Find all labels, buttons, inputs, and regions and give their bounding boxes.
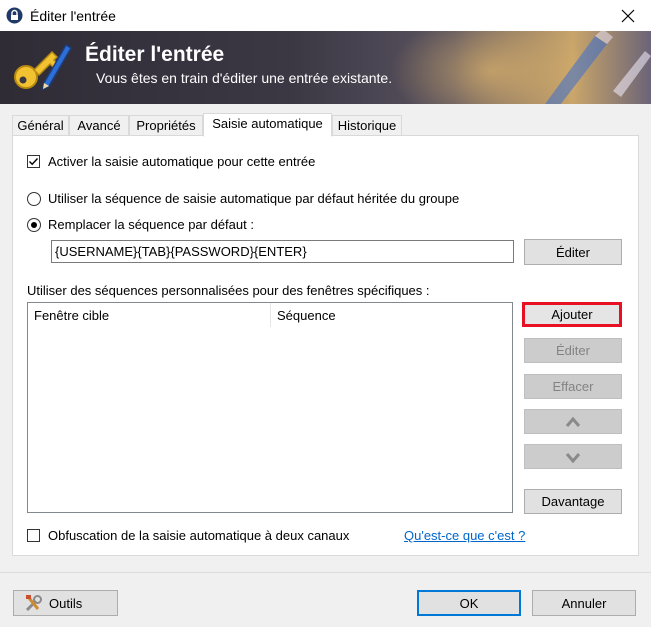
edit-association-button[interactable]: Éditer: [524, 338, 622, 363]
footer-divider: [0, 572, 651, 573]
edit-sequence-button[interactable]: Éditer: [524, 239, 622, 265]
chevron-up-icon: [565, 416, 581, 427]
key-pencil-icon: [14, 43, 72, 91]
help-link[interactable]: Qu'est-ce que c'est ?: [404, 528, 525, 543]
tab-properties[interactable]: Propriétés: [129, 115, 203, 136]
column-header-target-window[interactable]: Fenêtre cible: [28, 303, 270, 327]
inherit-sequence-label: Utiliser la séquence de saisie automatiq…: [48, 191, 460, 206]
tab-history[interactable]: Historique: [332, 115, 402, 136]
more-button[interactable]: Davantage: [524, 489, 622, 514]
move-up-button[interactable]: [524, 409, 622, 434]
tools-button[interactable]: Outils: [13, 590, 118, 616]
banner-title: Éditer l'entrée: [85, 43, 225, 66]
header-banner: Éditer l'entrée Vous êtes en train d'édi…: [0, 31, 651, 104]
add-association-button[interactable]: Ajouter: [522, 302, 622, 327]
chevron-down-icon: [565, 452, 581, 463]
enable-autotype-checkbox[interactable]: [27, 155, 40, 168]
delete-association-button[interactable]: Effacer: [524, 374, 622, 399]
column-header-sequence[interactable]: Séquence: [271, 303, 512, 327]
override-sequence-radio[interactable]: [27, 218, 41, 232]
tools-label: Outils: [49, 595, 83, 611]
checkmark-icon: [29, 158, 39, 166]
obfuscation-checkbox[interactable]: [27, 529, 40, 542]
tools-icon: [25, 595, 42, 612]
tab-autotype[interactable]: Saisie automatique: [203, 113, 332, 137]
window-title: Éditer l'entrée: [30, 8, 116, 24]
lock-icon: [6, 7, 23, 24]
ok-button[interactable]: OK: [417, 590, 521, 616]
tab-general[interactable]: Général: [12, 115, 69, 136]
enable-autotype-label: Activer la saisie automatique pour cette…: [48, 154, 316, 169]
move-down-button[interactable]: [524, 444, 622, 469]
close-icon: [621, 9, 635, 22]
tab-advanced[interactable]: Avancé: [69, 115, 129, 136]
close-button[interactable]: [605, 0, 651, 31]
pencil-decoration-icon: [545, 31, 651, 104]
sequence-input[interactable]: {USERNAME}{TAB}{PASSWORD}{ENTER}: [51, 240, 514, 263]
inherit-sequence-radio[interactable]: [27, 192, 41, 206]
banner-subtitle: Vous êtes en train d'éditer une entrée e…: [96, 70, 393, 86]
radio-selected-dot: [31, 222, 37, 228]
obfuscation-label: Obfuscation de la saisie automatique à d…: [48, 528, 350, 543]
cancel-button[interactable]: Annuler: [532, 590, 636, 616]
title-bar: Éditer l'entrée: [0, 0, 651, 31]
override-sequence-label: Remplacer la séquence par défaut :: [48, 217, 254, 232]
window-sequence-list[interactable]: Fenêtre cible Séquence: [27, 302, 513, 513]
custom-sequences-label: Utiliser des séquences personnalisées po…: [27, 283, 430, 298]
